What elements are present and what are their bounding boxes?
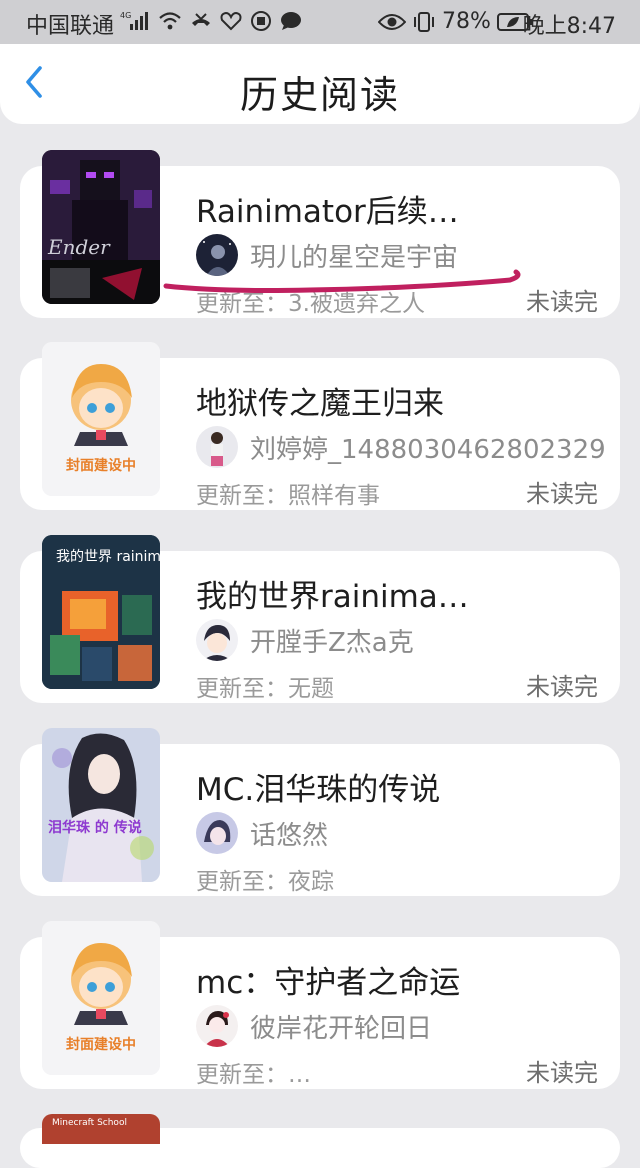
svg-text:我的世界 rainimator: 我的世界 rainimator xyxy=(56,549,160,565)
status-icons-left: 4G xyxy=(120,9,302,33)
app-badge-icon xyxy=(250,9,272,33)
author-avatar xyxy=(196,812,238,854)
author-name: 玥儿的星空是宇宙 xyxy=(250,242,459,273)
book-cover[interactable]: 封面建设中 xyxy=(42,921,160,1075)
history-list-item[interactable]: 泪华珠 的 传说 MC.泪华珠的传说 话悠然 更新至：夜踪 xyxy=(20,728,620,896)
wifi-icon xyxy=(158,9,182,33)
book-title: mc：守护者之命运 xyxy=(196,965,461,1001)
history-list-item-partial[interactable]: Minecraft School xyxy=(20,1114,620,1168)
svg-text:4G: 4G xyxy=(120,11,131,20)
status-icons-right: 78% xyxy=(378,9,533,34)
history-list-item[interactable]: 我的世界 rainimator 我的世界rainima… 开膛手Z杰a克 更新至… xyxy=(20,535,620,703)
signal-icon: 4G xyxy=(120,9,150,33)
svg-text:封面建设中: 封面建设中 xyxy=(66,1036,136,1053)
read-status: 未读完 xyxy=(526,480,598,508)
book-cover[interactable]: Minecraft School xyxy=(42,1114,160,1144)
status-bar: 中国联通 4G 78% 晚上8:47 xyxy=(0,0,640,44)
author-row: 开膛手Z杰a克 xyxy=(196,619,414,661)
author-name: 彼岸花开轮回日 xyxy=(250,1013,433,1044)
latest-chapter: 更新至：照样有事 xyxy=(196,483,380,509)
top-app-bar: 历史阅读 xyxy=(0,44,640,124)
author-avatar xyxy=(196,426,238,468)
history-list-item[interactable]: 封面建设中 地狱传之魔王归来 刘婷婷_1488030462802329 更新至：… xyxy=(20,342,620,510)
battery-percent: 78% xyxy=(442,9,491,34)
svg-text:Ender: Ender xyxy=(47,235,111,259)
history-list-item[interactable]: Ender Rainimator后续… 玥儿的星空是宇宙 更新至：3.被遗弃之人… xyxy=(20,150,620,318)
heart-app-icon xyxy=(220,9,242,33)
book-cover[interactable]: 封面建设中 xyxy=(42,342,160,496)
book-cover[interactable]: 我的世界 rainimator xyxy=(42,535,160,689)
author-name: 开膛手Z杰a克 xyxy=(250,627,414,658)
message-icon xyxy=(280,9,302,33)
book-title: 地狱传之魔王归来 xyxy=(196,386,444,422)
latest-chapter: 更新至：夜踪 xyxy=(196,869,334,895)
book-title: Rainimator后续… xyxy=(196,194,459,230)
cover-label: Minecraft School xyxy=(52,1118,127,1128)
latest-chapter: 更新至：3.被遗弃之人 xyxy=(196,291,425,317)
author-avatar xyxy=(196,234,238,276)
svg-text:泪华珠 的 传说: 泪华珠 的 传说 xyxy=(48,819,142,836)
book-cover[interactable]: 泪华珠 的 传说 xyxy=(42,728,160,882)
read-status: 未读完 xyxy=(526,1059,598,1087)
vibrate-icon xyxy=(412,10,436,34)
page-title: 历史阅读 xyxy=(239,73,400,117)
book-title: MC.泪华珠的传说 xyxy=(196,772,441,808)
svg-text:封面建设中: 封面建设中 xyxy=(66,457,136,474)
latest-chapter: 更新至：无题 xyxy=(196,676,334,702)
author-name: 话悠然 xyxy=(250,820,329,851)
author-row: 话悠然 xyxy=(196,812,328,854)
author-avatar xyxy=(196,1005,238,1047)
missed-call-icon xyxy=(190,9,212,33)
author-name: 刘婷婷_1488030462802329 xyxy=(250,434,606,465)
author-row: 刘婷婷_1488030462802329 xyxy=(196,426,606,468)
book-title: 我的世界rainima… xyxy=(196,579,469,615)
eye-icon xyxy=(378,10,406,34)
clock: 晚上8:47 xyxy=(522,14,616,39)
author-avatar xyxy=(196,619,238,661)
latest-chapter: 更新至：… xyxy=(196,1062,311,1088)
author-row: 玥儿的星空是宇宙 xyxy=(196,234,458,276)
carrier-label: 中国联通 xyxy=(26,14,115,39)
book-cover[interactable]: Ender xyxy=(42,150,160,304)
read-status: 未读完 xyxy=(526,288,598,316)
author-row: 彼岸花开轮回日 xyxy=(196,1005,432,1047)
history-list-item[interactable]: 封面建设中 mc：守护者之命运 彼岸花开轮回日 更新至：… 未读完 xyxy=(20,921,620,1089)
read-status: 未读完 xyxy=(526,673,598,701)
